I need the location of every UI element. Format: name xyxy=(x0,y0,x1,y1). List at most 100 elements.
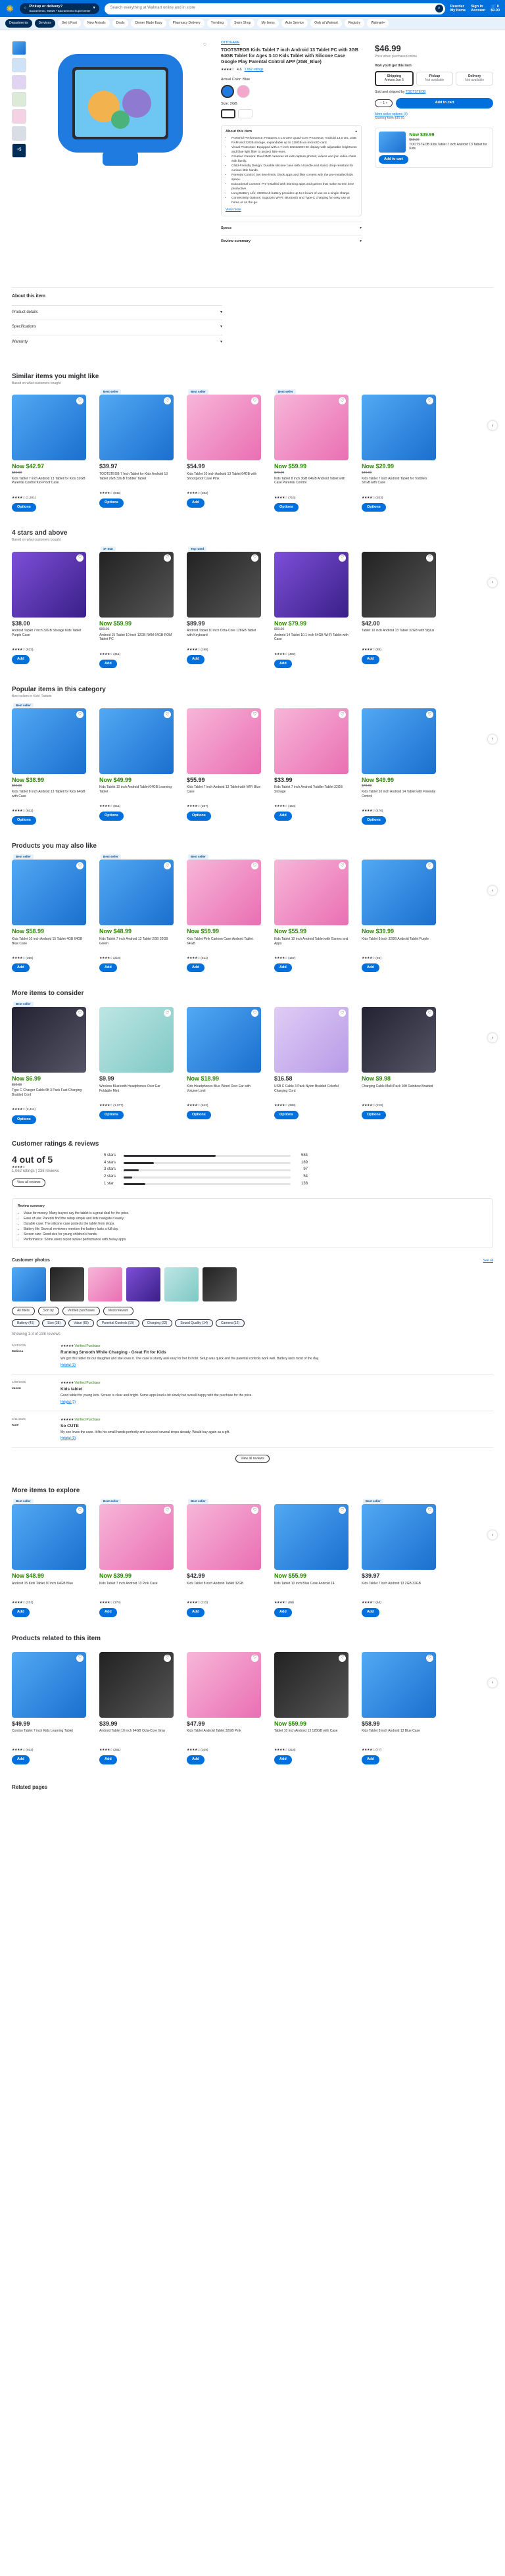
product-card[interactable]: Best seller ♡ Now $59.99 $79.99 Kids Tablet … xyxy=(274,389,349,512)
product-image[interactable]: ♡ xyxy=(274,1504,349,1570)
favorite-heart-icon[interactable]: ♡ xyxy=(76,554,84,562)
card-action-button[interactable]: Options xyxy=(99,1111,124,1120)
specs-heading[interactable]: Specs xyxy=(221,226,231,231)
product-title[interactable]: Android 14 Tablet 10.1 inch 64GB Wi-Fi T… xyxy=(274,633,349,651)
product-card[interactable]: ♡ Now $55.99 Kids Tablet 10 inch Android T… xyxy=(274,860,349,973)
product-card[interactable]: ♡ $16.58 USB C Cable 3 Pack Nylon Braided … xyxy=(274,1007,349,1124)
review-tag[interactable]: Value (65) xyxy=(68,1319,94,1328)
thumbnail[interactable] xyxy=(12,75,26,89)
view-all-reviews-button[interactable]: View all reviews xyxy=(235,1454,270,1463)
product-title[interactable]: Android Tablet 10 inch Octa-Core 128GB T… xyxy=(187,629,261,646)
product-image[interactable]: ♡ xyxy=(362,1007,436,1073)
favorite-heart-icon[interactable]: ♡ xyxy=(251,1507,258,1515)
favorite-heart-icon[interactable]: ♡ xyxy=(339,1507,346,1515)
product-image[interactable]: ♡ xyxy=(362,860,436,926)
reorder-link[interactable]: Reorder My Items xyxy=(450,5,466,13)
product-image[interactable]: ♡ xyxy=(362,551,436,618)
card-action-button[interactable]: Options xyxy=(12,1115,36,1124)
product-image[interactable]: ♡ xyxy=(274,708,349,774)
card-action-button[interactable]: Options xyxy=(274,1111,299,1120)
card-action-button[interactable]: Add xyxy=(187,1608,204,1617)
customer-photo[interactable] xyxy=(50,1267,84,1302)
product-card[interactable]: Best seller ♡ $54.99 Kids Tablet 10 inch An… xyxy=(187,389,261,512)
subnav-item[interactable]: Deals xyxy=(112,19,129,28)
favorite-heart-icon[interactable]: ♡ xyxy=(164,554,171,562)
product-card[interactable]: ♡ Now $49.99 $79.99 Kids Tablet 10 inch And… xyxy=(362,708,436,825)
chevron-right-icon[interactable]: › xyxy=(488,577,497,587)
card-action-button[interactable]: Options xyxy=(99,812,124,821)
subnav-item[interactable]: My Items xyxy=(257,19,279,28)
card-action-button[interactable]: Add xyxy=(274,963,292,973)
favorite-heart-icon[interactable]: ♡ xyxy=(426,397,433,405)
card-action-button[interactable]: Options xyxy=(362,815,386,825)
product-title[interactable]: Tablet 10 inch Android 13 128GB with Cas… xyxy=(274,1729,349,1747)
card-action-button[interactable]: Add xyxy=(187,655,204,664)
product-card[interactable]: ♡ $55.99 Kids Tablet 7 inch Android 13 Tab… xyxy=(187,708,261,825)
subnav-item[interactable]: Dinner Made Easy xyxy=(131,19,166,28)
product-card[interactable]: ♡ $42.00 Tablet 10 inch Android 13 Tablet … xyxy=(362,551,436,669)
seller-link[interactable]: TOOTSTEOB xyxy=(406,90,426,94)
product-title[interactable]: TOOTSTEOB 7 Inch Tablet for Kids Android… xyxy=(99,472,174,490)
product-image[interactable]: ♡ xyxy=(12,1007,86,1073)
product-image[interactable]: ♡ xyxy=(187,395,261,461)
product-card[interactable]: ♡ $47.99 Kids Tablet Android Tablet 32GB P… xyxy=(187,1651,261,1764)
product-title[interactable]: Kids Tablet 10 inch Android 15 Tablet 4G… xyxy=(12,937,86,955)
product-title[interactable]: Contixo Tablet 7 inch Kids Learning Tabl… xyxy=(12,1729,86,1747)
product-image[interactable]: ♡ xyxy=(362,1504,436,1570)
review-tag[interactable]: Size (28) xyxy=(42,1319,66,1328)
favorite-heart-icon[interactable]: ♡ xyxy=(164,1009,171,1017)
chevron-up-icon[interactable]: ▴ xyxy=(355,130,357,134)
card-action-button[interactable]: Add xyxy=(274,1608,292,1617)
color-swatch-blue[interactable] xyxy=(221,85,234,99)
product-title[interactable]: Kids Tablet 7 inch Android Toddler Table… xyxy=(274,785,349,803)
product-image[interactable]: ♡ xyxy=(274,1651,349,1718)
chevron-down-icon[interactable]: ▾ xyxy=(360,226,362,231)
product-image[interactable]: ♡ xyxy=(187,708,261,774)
pickup-delivery-selector[interactable]: ⌂ Pickup or delivery? Sacramento, 95829 •… xyxy=(20,3,100,14)
favorite-heart-icon[interactable]: ♡ xyxy=(251,554,258,562)
favorite-heart-icon[interactable]: ♡ xyxy=(251,862,258,870)
warranty-toggle[interactable]: Warranty xyxy=(12,340,28,345)
product-title[interactable]: Kids Tablet 7 inch Android 13 2GB 32GB xyxy=(362,1582,436,1599)
product-title[interactable]: Android 15 Tablet 10 inch 12GB RAM 64GB … xyxy=(99,633,174,651)
card-action-button[interactable]: Add xyxy=(362,963,379,973)
favorite-heart-icon[interactable]: ♡ xyxy=(251,1009,258,1017)
product-title[interactable]: Kids Tablet 7 inch Android Tablet for To… xyxy=(362,477,436,495)
search-icon[interactable]: ⌕ xyxy=(435,5,443,12)
subnav-item[interactable]: Swim Shop xyxy=(230,19,255,28)
product-image[interactable]: ♡ xyxy=(12,395,86,461)
card-action-button[interactable]: Add xyxy=(99,963,117,973)
thumbnail[interactable] xyxy=(12,92,26,107)
product-card[interactable]: Best seller ♡ $39.97 Kids Tablet 7 inch And… xyxy=(362,1499,436,1617)
subnav-item[interactable]: Only at Walmart xyxy=(310,19,342,28)
product-card[interactable]: Best seller ♡ Now $59.99 Kids Tablet Pink C… xyxy=(187,854,261,973)
card-action-button[interactable]: Options xyxy=(12,815,36,825)
card-action-button[interactable]: Options xyxy=(362,1111,386,1120)
quantity-stepper[interactable]: − 1 + xyxy=(375,99,393,108)
product-image[interactable]: ♡ xyxy=(274,860,349,926)
product-title[interactable]: Kids Tablet 8 inch Android 13 Blue Case xyxy=(362,1729,436,1747)
thumbnail[interactable] xyxy=(12,58,26,72)
review-tag[interactable]: Camera (12) xyxy=(216,1319,245,1328)
product-card[interactable]: ♡ Now $18.99 Kids Headphones Blue Wired Ov… xyxy=(187,1007,261,1124)
favorite-heart-icon[interactable]: ♡ xyxy=(164,1507,171,1515)
product-card[interactable]: ♡ Now $39.99 Kids Tablet 8 inch 32GB Andro… xyxy=(362,860,436,973)
product-title[interactable]: Kids Tablet 7 inch Android 13 Tablet 2GB… xyxy=(99,937,174,955)
product-card[interactable]: ♡ Now $42.97 $59.99 Kids Tablet 7 inch Andr… xyxy=(12,395,86,512)
specifications-toggle[interactable]: Specifications xyxy=(12,325,36,330)
favorite-heart-icon[interactable]: ♡ xyxy=(76,710,84,718)
product-image[interactable]: ♡ xyxy=(99,1504,174,1570)
product-title[interactable]: Kids Tablet Android Tablet 32GB Pink xyxy=(187,1729,261,1747)
card-action-button[interactable]: Options xyxy=(362,502,386,512)
view-all-reviews-button[interactable]: View all reviews xyxy=(12,1179,46,1187)
product-image[interactable]: ♡ xyxy=(99,395,174,461)
brand-link[interactable]: OTTOGAME xyxy=(221,41,362,45)
card-action-button[interactable]: Options xyxy=(99,498,124,508)
card-action-button[interactable]: Options xyxy=(274,502,299,512)
product-card[interactable]: ♡ Now $49.99 Kids Tablet 10 inch Android T… xyxy=(99,708,174,825)
favorite-heart-icon[interactable]: ♡ xyxy=(76,1507,84,1515)
review-filter-button[interactable]: Most relevant xyxy=(103,1307,133,1315)
chevron-right-icon[interactable]: › xyxy=(488,734,497,744)
chevron-down-icon[interactable]: ▾ xyxy=(220,325,222,330)
favorite-heart-icon[interactable]: ♡ xyxy=(76,862,84,870)
